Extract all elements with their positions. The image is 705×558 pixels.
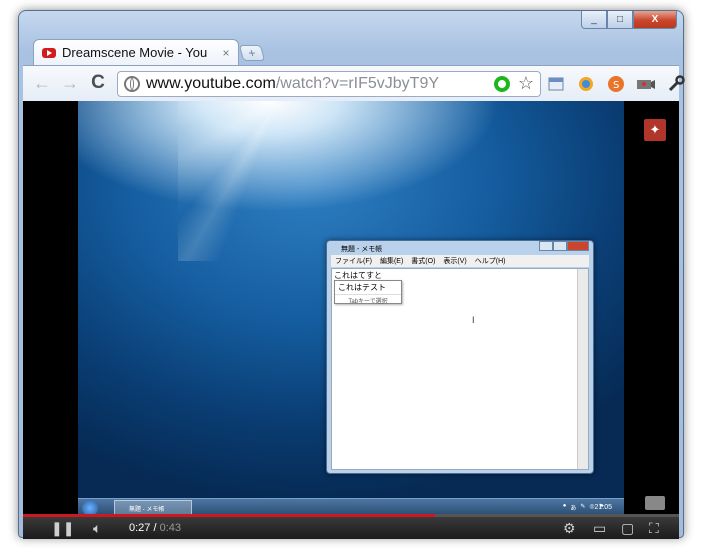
taskbar-clock: 21:05 [594, 504, 612, 511]
notepad-edit-area: これはてすと これはテスト Tabキーで選択 I [331, 268, 589, 470]
menu-view: 表示(V) [443, 258, 467, 265]
duration: 0:43 [159, 522, 182, 534]
player-controls: ❚❚ 🔈︎ 0:27 / 0:43 ⚙ ▭ ▢ ⛶ [23, 514, 679, 539]
notepad-menu: ファイル(F) 編集(E) 書式(O) 表示(V) ヘルプ(H) [331, 255, 589, 267]
extension-icons: S [545, 73, 687, 95]
new-tab-button[interactable]: + [238, 45, 266, 61]
menu-help: ヘルプ(H) [474, 258, 506, 265]
address-bar[interactable]: www.youtube.com/watch?v=rIF5vJbyT9Y ☆ [117, 71, 541, 97]
pause-icon[interactable]: ❚❚ [51, 520, 74, 537]
progress-fill [23, 514, 435, 517]
time-display: 0:27 / 0:43 [129, 522, 182, 534]
menu-edit: 編集(E) [379, 258, 404, 265]
video-player[interactable]: 無題 - メモ帳 ファイル(F) 編集(E) 書式(O) 表示(V) ヘルプ(H… [23, 101, 679, 517]
notepad-window: 無題 - メモ帳 ファイル(F) 編集(E) 書式(O) 表示(V) ヘルプ(H… [326, 240, 594, 474]
tab-title: Dreamscene Movie - You [62, 45, 208, 60]
svg-text:S: S [613, 80, 619, 91]
large-player-icon[interactable]: ▢ [621, 520, 634, 537]
url-host: www.youtube.com [146, 75, 276, 92]
wrench-icon[interactable] [665, 73, 687, 95]
extension-ring-icon[interactable] [494, 76, 510, 92]
notepad-window-controls [539, 241, 589, 251]
window-controls: _ □ X [581, 11, 677, 31]
tab-active[interactable]: Dreamscene Movie - You × [33, 39, 239, 65]
menu-format: 書式(O) [411, 258, 436, 265]
fullscreen-icon[interactable]: ⛶ [649, 520, 659, 537]
close-button[interactable]: X [633, 11, 677, 29]
notepad-scrollbar [577, 269, 588, 469]
globe-icon [124, 76, 140, 92]
url-text[interactable]: www.youtube.com/watch?v=rIF5vJbyT9Y [146, 75, 439, 93]
settings-icon[interactable]: ⚙ [563, 520, 576, 537]
bookmark-star-icon[interactable]: ☆ [518, 73, 534, 94]
light-rays [178, 101, 378, 261]
browser-window: _ □ X Dreamscene Movie - You × + ← → C w… [18, 10, 685, 539]
back-button[interactable]: ← [31, 72, 53, 94]
resize-corner-icon[interactable] [645, 496, 665, 510]
video-frame[interactable]: 無題 - メモ帳 ファイル(F) 編集(E) 書式(O) 表示(V) ヘルプ(H… [78, 101, 624, 517]
small-player-icon[interactable]: ▭ [593, 520, 606, 537]
progress-bar[interactable] [23, 514, 679, 517]
settings-gear-icon[interactable] [575, 73, 597, 95]
notepad-title: 無題 - メモ帳 [341, 246, 383, 253]
reload-button[interactable]: C [87, 72, 109, 94]
magic-wand-icon[interactable]: ✦ [644, 119, 666, 141]
scroll-icon[interactable]: S [605, 73, 627, 95]
minimize-button[interactable]: _ [581, 11, 607, 29]
ime-hint: Tabキーで選択 [348, 299, 388, 305]
forward-button[interactable]: → [59, 72, 81, 94]
camera-icon[interactable] [635, 73, 657, 95]
current-time: 0:27 [129, 522, 151, 534]
page-icon[interactable] [545, 73, 567, 95]
text-cursor-icon: I [472, 315, 475, 325]
youtube-favicon-icon [42, 47, 56, 58]
taskbar-item: 無題 - メモ帳 [114, 500, 192, 515]
volume-icon[interactable]: 🔈︎ [93, 520, 101, 537]
menu-file: ファイル(F) [335, 258, 372, 265]
browser-toolbar: ← → C www.youtube.com/watch?v=rIF5vJbyT9… [23, 65, 685, 101]
ime-candidate: これはテスト [335, 281, 401, 295]
maximize-button[interactable]: □ [607, 11, 633, 29]
ime-candidate-popup: これはテスト Tabキーで選択 [334, 280, 402, 305]
tab-close-icon[interactable]: × [218, 46, 234, 60]
url-path: /watch?v=rIF5vJbyT9Y [275, 75, 440, 92]
